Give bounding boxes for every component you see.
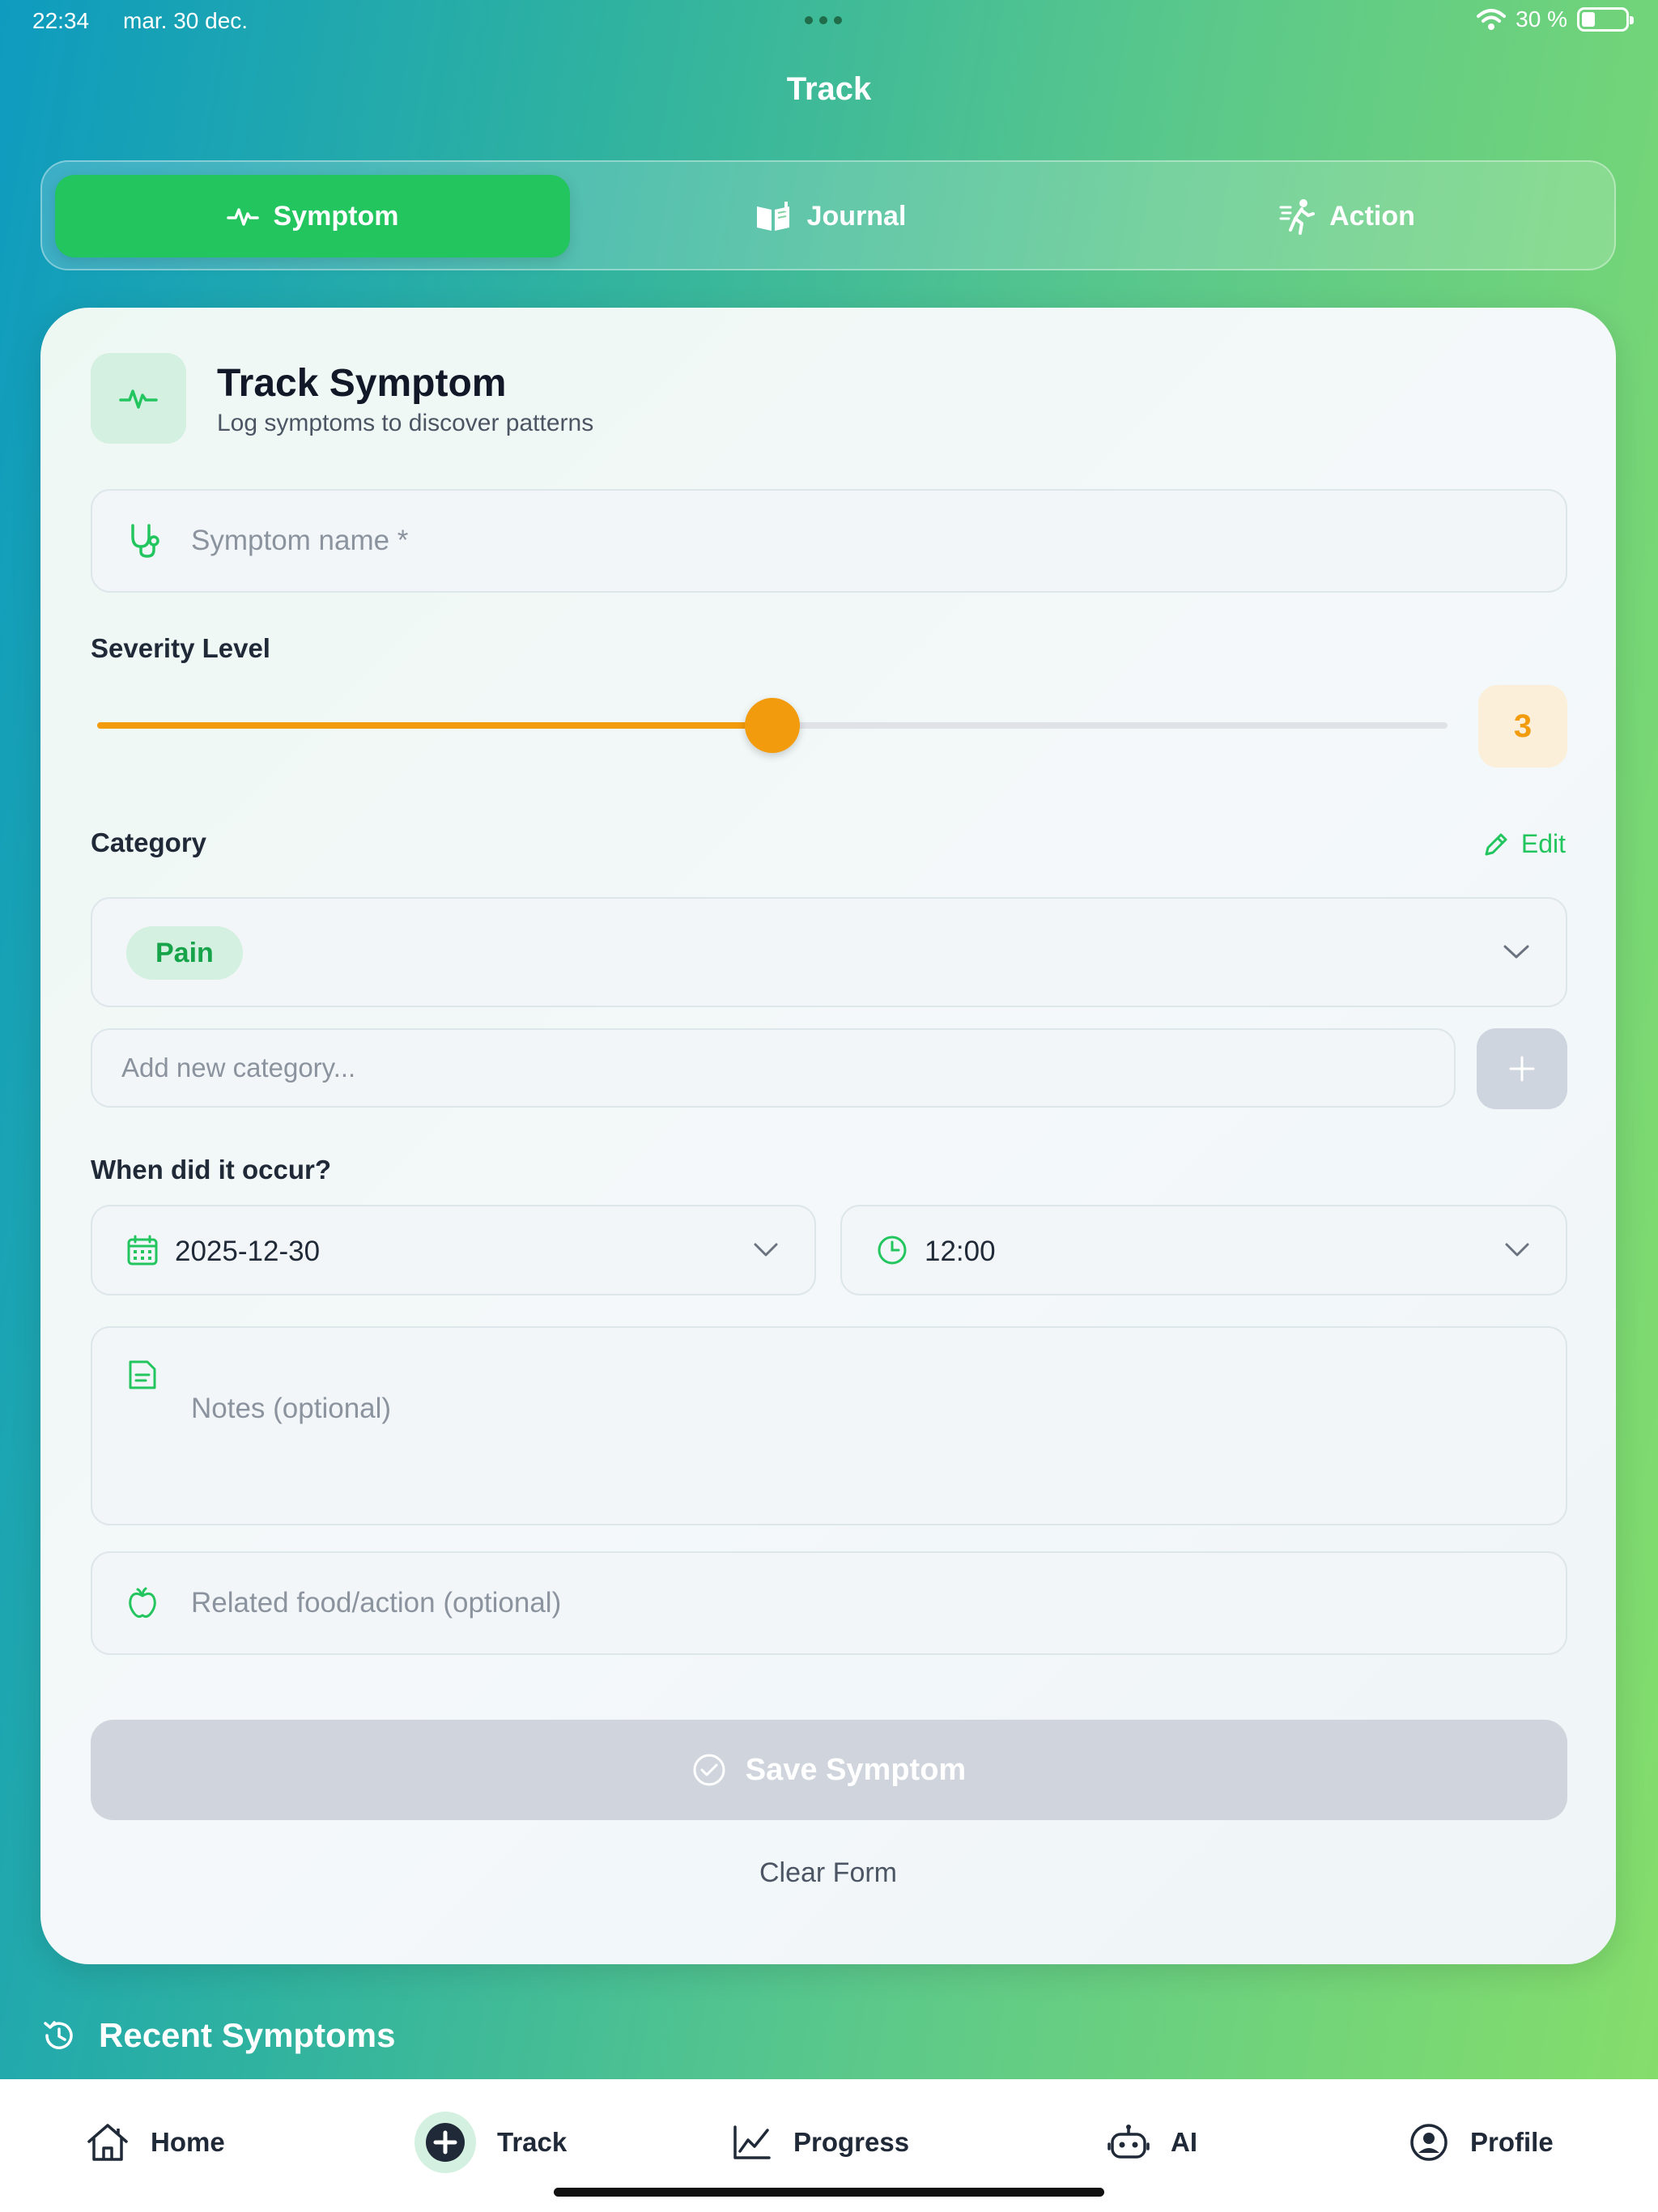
save-label: Save Symptom xyxy=(745,1752,967,1787)
robot-icon xyxy=(1107,2123,1150,2162)
date-picker[interactable]: 2025-12-30 xyxy=(91,1205,816,1295)
new-category-placeholder: Add new category... xyxy=(121,1053,356,1083)
clear-form-button[interactable]: Clear Form xyxy=(40,1857,1616,1889)
symptom-name-input[interactable]: Symptom name * xyxy=(91,489,1567,593)
activity-icon xyxy=(226,204,259,228)
clock-icon xyxy=(876,1234,908,1266)
tabbar-track-label: Track xyxy=(497,2127,568,2157)
chevron-down-icon xyxy=(753,1242,779,1258)
page-title: Track xyxy=(786,71,872,107)
tabbar-home-label: Home xyxy=(151,2127,225,2157)
tabbar-ai[interactable]: AI xyxy=(1107,2110,1197,2175)
battery-percent: 30 % xyxy=(1516,6,1567,32)
tabbar-home[interactable]: Home xyxy=(86,2110,225,2175)
running-icon xyxy=(1279,198,1316,235)
tabbar-profile-label: Profile xyxy=(1470,2127,1554,2157)
activity-icon xyxy=(119,385,158,412)
track-type-tabs: Symptom Journal Action xyxy=(40,160,1616,270)
severity-value-badge: 3 xyxy=(1478,685,1567,768)
tab-action[interactable]: Action xyxy=(1090,175,1605,257)
check-circle-icon xyxy=(692,1753,726,1787)
plus-circle-icon xyxy=(414,2112,476,2173)
track-symptom-card: Track Symptom Log symptoms to discover p… xyxy=(40,308,1616,1964)
edit-category-button[interactable]: Edit xyxy=(1482,829,1566,859)
tabbar-profile[interactable]: Profile xyxy=(1409,2110,1554,2175)
home-indicator xyxy=(554,2188,1104,2197)
notes-textarea[interactable]: Notes (optional) xyxy=(91,1326,1567,1525)
time-picker[interactable]: 12:00 xyxy=(840,1205,1567,1295)
card-subtitle: Log symptoms to discover patterns xyxy=(217,410,594,436)
home-icon xyxy=(86,2122,130,2163)
category-select[interactable]: Pain xyxy=(91,897,1567,1007)
history-icon xyxy=(40,2017,78,2054)
notes-placeholder: Notes (optional) xyxy=(191,1393,392,1424)
tab-journal[interactable]: Journal xyxy=(572,175,1087,257)
apple-icon xyxy=(126,1586,159,1620)
new-category-input[interactable]: Add new category... xyxy=(91,1028,1456,1108)
save-symptom-button[interactable]: Save Symptom xyxy=(91,1720,1567,1820)
date-value: 2025-12-30 xyxy=(175,1236,321,1267)
card-header-icon xyxy=(91,353,186,444)
edit-label: Edit xyxy=(1520,829,1566,858)
time-value: 12:00 xyxy=(925,1236,996,1267)
recent-symptoms-header: Recent Symptoms xyxy=(40,2016,395,2055)
chart-line-icon xyxy=(732,2124,772,2161)
tab-action-label: Action xyxy=(1329,200,1415,232)
status-time: 22:34 xyxy=(32,8,90,33)
recent-symptoms-title: Recent Symptoms xyxy=(99,2016,396,2054)
book-open-icon xyxy=(754,200,793,232)
plus-icon xyxy=(1507,1054,1537,1083)
user-circle-icon xyxy=(1409,2122,1449,2163)
tabbar-progress-label: Progress xyxy=(793,2127,910,2157)
calendar-icon xyxy=(126,1234,159,1266)
pencil-icon xyxy=(1482,831,1510,858)
multitasking-dots[interactable] xyxy=(805,16,842,24)
wifi-icon xyxy=(1477,8,1507,31)
battery-icon xyxy=(1577,7,1634,32)
card-title: Track Symptom xyxy=(217,362,507,405)
tabbar-ai-label: AI xyxy=(1171,2127,1197,2157)
occurrence-label: When did it occur? xyxy=(91,1155,331,1185)
status-date: mar. 30 dec. xyxy=(123,8,249,33)
symptom-name-placeholder: Symptom name * xyxy=(191,525,409,556)
severity-slider-thumb[interactable] xyxy=(745,698,800,753)
severity-slider-fill xyxy=(97,722,772,729)
chevron-down-icon xyxy=(1504,1242,1530,1258)
tab-symptom[interactable]: Symptom xyxy=(55,175,570,257)
add-category-button[interactable] xyxy=(1477,1028,1567,1109)
related-food-input[interactable]: Related food/action (optional) xyxy=(91,1551,1567,1655)
severity-slider[interactable] xyxy=(97,698,1448,753)
stethoscope-icon xyxy=(126,522,164,559)
tab-symptom-label: Symptom xyxy=(273,200,399,232)
severity-label: Severity Level xyxy=(91,633,270,663)
note-icon xyxy=(126,1359,159,1391)
status-bar: 22:34 mar. 30 dec. 30 % xyxy=(0,0,1658,45)
tab-journal-label: Journal xyxy=(806,200,907,232)
chevron-down-icon xyxy=(1503,944,1530,960)
related-placeholder: Related food/action (optional) xyxy=(191,1587,562,1619)
category-label: Category xyxy=(91,827,207,857)
tabbar-progress[interactable]: Progress xyxy=(732,2110,909,2175)
tabbar-track[interactable]: Track xyxy=(414,2110,567,2175)
status-indicators: 30 % xyxy=(1477,6,1634,32)
category-chip: Pain xyxy=(126,926,243,980)
